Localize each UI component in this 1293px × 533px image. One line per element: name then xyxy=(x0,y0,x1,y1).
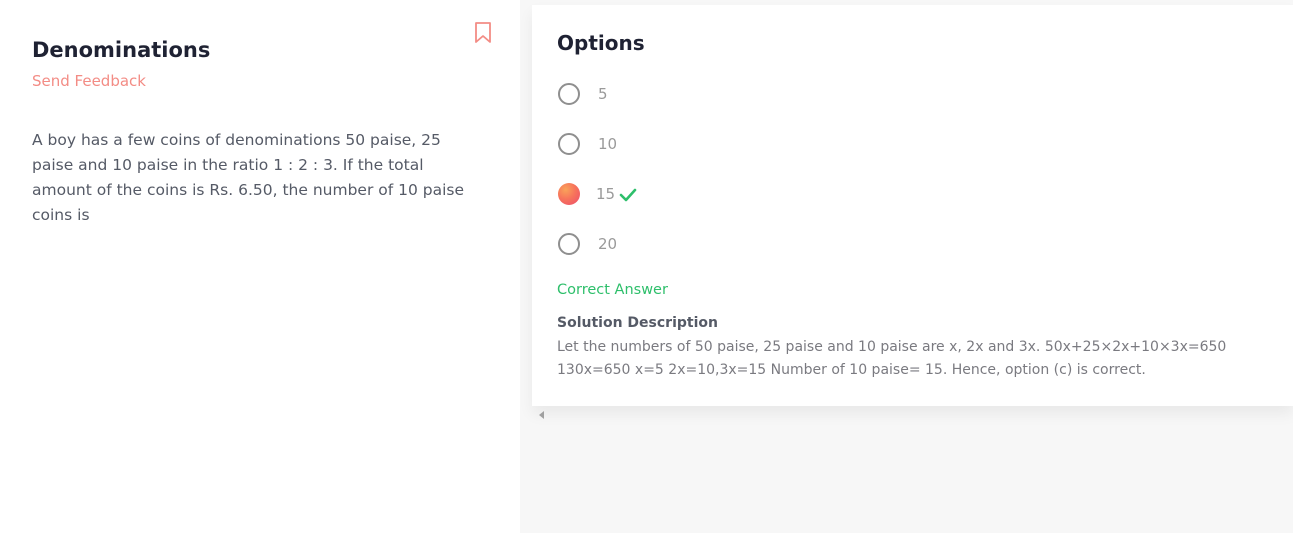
option-label: 5 xyxy=(598,85,608,103)
bookmark-icon[interactable] xyxy=(473,21,493,45)
question-title: Denominations xyxy=(32,38,211,62)
option-label: 10 xyxy=(598,135,618,153)
question-pane: Denominations Send Feedback A boy has a … xyxy=(0,0,520,533)
option-label: 20 xyxy=(598,235,618,253)
correct-answer-label: Correct Answer xyxy=(557,282,668,298)
radio-button-selected[interactable] xyxy=(558,183,580,205)
scroll-left-arrow-icon[interactable] xyxy=(539,411,544,419)
option-item[interactable]: 5 xyxy=(558,82,608,106)
solution-heading: Solution Description xyxy=(557,315,718,331)
checkmark-icon xyxy=(619,187,637,202)
answer-pane: Options 5 10 15 20 Correct Answer Soluti… xyxy=(520,0,1293,533)
option-label: 15 xyxy=(596,185,616,203)
question-text: A boy has a few coins of denominations 5… xyxy=(32,131,465,224)
options-card: Options 5 10 15 20 Correct Answer Soluti… xyxy=(532,5,1293,406)
radio-button[interactable] xyxy=(558,233,580,255)
option-item-selected[interactable]: 15 xyxy=(558,182,637,206)
send-feedback-link[interactable]: Send Feedback xyxy=(32,72,146,90)
options-title: Options xyxy=(557,31,645,55)
option-item[interactable]: 10 xyxy=(558,132,617,156)
radio-button[interactable] xyxy=(558,83,580,105)
radio-button[interactable] xyxy=(558,133,580,155)
solution-text: Let the numbers of 50 paise, 25 paise an… xyxy=(557,339,1227,378)
option-item[interactable]: 20 xyxy=(558,232,617,256)
